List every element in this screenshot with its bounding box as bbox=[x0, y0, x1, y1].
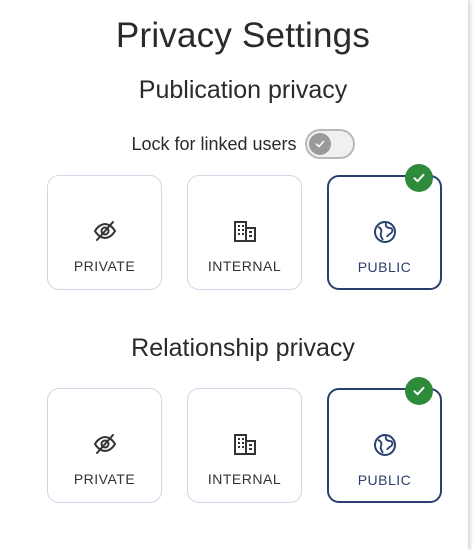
privacy-settings-panel: Privacy Settings Publication privacy Loc… bbox=[0, 0, 468, 550]
option-label: INTERNAL bbox=[207, 258, 282, 274]
option-label: INTERNAL bbox=[207, 471, 282, 487]
relationship-option-private[interactable]: PRIVATE bbox=[47, 388, 162, 503]
option-label: PRIVATE bbox=[73, 258, 136, 274]
relationship-privacy-heading: Relationship privacy bbox=[131, 334, 355, 362]
selected-check-icon bbox=[405, 377, 433, 405]
check-icon bbox=[315, 140, 324, 148]
publication-option-public[interactable]: PUBLIC bbox=[327, 164, 442, 290]
building-icon bbox=[232, 431, 258, 457]
page-title: Privacy Settings bbox=[115, 16, 371, 55]
relationship-option-public[interactable]: PUBLIC bbox=[327, 377, 442, 503]
selected-check-icon bbox=[405, 164, 433, 192]
eye-off-icon bbox=[92, 431, 118, 457]
option-label: PUBLIC bbox=[357, 259, 412, 275]
globe-icon bbox=[372, 219, 398, 245]
option-label: PRIVATE bbox=[73, 471, 136, 487]
publication-option-internal[interactable]: INTERNAL bbox=[187, 175, 302, 290]
publication-privacy-heading: Publication privacy bbox=[138, 76, 348, 104]
publication-option-private[interactable]: PRIVATE bbox=[47, 175, 162, 290]
globe-icon bbox=[372, 432, 398, 458]
lock-linked-users-row: Lock for linked users bbox=[0, 126, 474, 162]
lock-linked-users-toggle[interactable] bbox=[304, 129, 355, 159]
relationship-option-internal[interactable]: INTERNAL bbox=[187, 388, 302, 503]
toggle-knob bbox=[308, 133, 331, 155]
option-label: PUBLIC bbox=[357, 472, 412, 488]
eye-off-icon bbox=[92, 218, 118, 244]
building-icon bbox=[232, 218, 258, 244]
publication-privacy-options: PRIVATE INTERNAL PUBLIC bbox=[47, 164, 443, 291]
lock-linked-users-label: Lock for linked users bbox=[131, 133, 297, 154]
relationship-privacy-options: PRIVATE INTERNAL PUBLIC bbox=[47, 377, 443, 504]
